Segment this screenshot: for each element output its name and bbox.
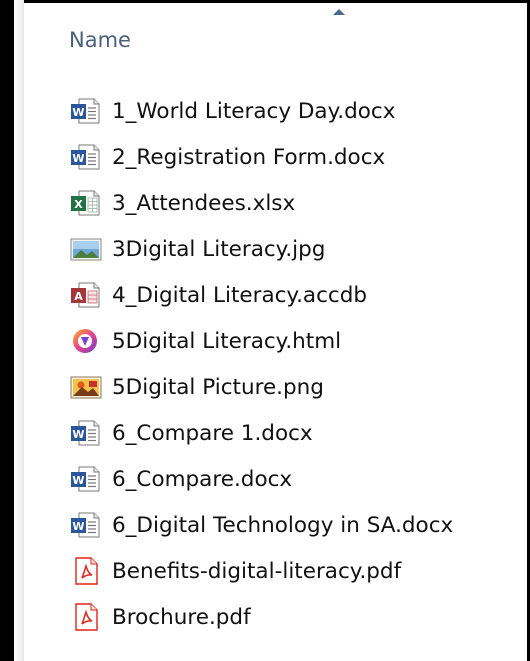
word-doc-icon: W: [69, 97, 103, 125]
list-item[interactable]: 3Digital Literacy.jpg: [69, 226, 453, 272]
list-item[interactable]: 5Digital Picture.png: [69, 364, 453, 410]
pane-divider[interactable]: [14, 0, 24, 661]
svg-text:W: W: [72, 152, 84, 165]
svg-text:X: X: [74, 198, 83, 211]
excel-sheet-icon: X: [69, 189, 103, 217]
pdf-file-icon: [69, 603, 103, 631]
list-item[interactable]: W 6_Compare.docx: [69, 456, 453, 502]
list-item[interactable]: X 3_Attendees.xlsx: [69, 180, 453, 226]
file-name: 3_Attendees.xlsx: [112, 190, 296, 216]
file-name: 3Digital Literacy.jpg: [112, 236, 326, 262]
name-column-header[interactable]: Name: [69, 28, 131, 52]
file-name: 4_Digital Literacy.accdb: [112, 282, 368, 308]
access-db-icon: A: [69, 281, 103, 309]
file-name: 5Digital Picture.png: [112, 374, 324, 400]
image-file-icon: [69, 235, 103, 263]
list-item[interactable]: A 4_Digital Literacy.accdb: [69, 272, 453, 318]
sort-ascending-icon: [333, 9, 345, 15]
pdf-file-icon: [69, 557, 103, 585]
list-item[interactable]: Benefits-digital-literacy.pdf: [69, 548, 453, 594]
file-name: Brochure.pdf: [112, 604, 251, 630]
list-item[interactable]: 5Digital Literacy.html: [69, 318, 453, 364]
svg-text:W: W: [72, 520, 84, 533]
picture-file-icon: [69, 373, 103, 401]
svg-text:W: W: [72, 428, 84, 441]
word-doc-icon: W: [69, 419, 103, 447]
browser-html-icon: [69, 327, 103, 355]
list-item[interactable]: W 6_Digital Technology in SA.docx: [69, 502, 453, 548]
file-name: 1_World Literacy Day.docx: [112, 98, 396, 124]
file-name: 6_Compare.docx: [112, 466, 293, 492]
list-item[interactable]: W 6_Compare 1.docx: [69, 410, 453, 456]
svg-text:A: A: [74, 290, 83, 303]
word-doc-icon: W: [69, 511, 103, 539]
file-name: 5Digital Literacy.html: [112, 328, 342, 354]
file-name: 6_Compare 1.docx: [112, 420, 313, 446]
list-item[interactable]: W 2_Registration Form.docx: [69, 134, 453, 180]
word-doc-icon: W: [69, 143, 103, 171]
file-list: W 1_World Literacy Day.docx W 2_Registra…: [69, 88, 453, 640]
file-name: 6_Digital Technology in SA.docx: [112, 512, 454, 538]
list-item[interactable]: Brochure.pdf: [69, 594, 453, 640]
svg-text:W: W: [72, 106, 84, 119]
word-doc-icon: W: [69, 465, 103, 493]
list-item[interactable]: W 1_World Literacy Day.docx: [69, 88, 453, 134]
file-name: 2_Registration Form.docx: [112, 144, 386, 170]
file-name: Benefits-digital-literacy.pdf: [112, 558, 402, 584]
svg-text:W: W: [72, 474, 84, 487]
